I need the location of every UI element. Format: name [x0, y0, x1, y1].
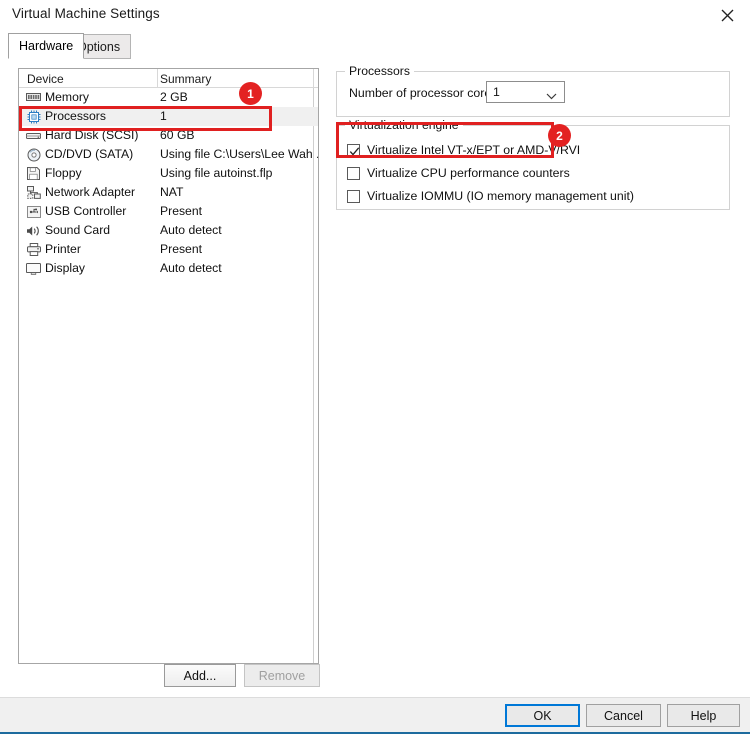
list-item[interactable]: CD/DVD (SATA) Using file C:\Users\Lee Wa…: [19, 145, 318, 164]
virtualize-cpu-counters-checkbox[interactable]: Virtualize CPU performance counters: [347, 166, 570, 180]
dialog-body: Device Summary Memory 2 GB Processors 1 …: [0, 59, 750, 697]
usb-controller-icon: [26, 204, 41, 219]
tab-strip: Hardware Options: [0, 30, 750, 59]
list-item[interactable]: USB Controller Present: [19, 202, 318, 221]
annotation-badge-2: 2: [548, 124, 571, 147]
list-item-summary: 1: [160, 109, 167, 123]
list-item-summary: Using file C:\Users\Lee Wah ...: [160, 147, 319, 161]
column-header-device[interactable]: Device: [27, 72, 64, 86]
list-item[interactable]: Network Adapter NAT: [19, 183, 318, 202]
checkbox-unchecked-icon: [347, 166, 360, 180]
list-item-summary: 60 GB: [160, 128, 195, 142]
list-item-device: Printer: [45, 242, 81, 256]
virtualization-group-legend: Virtualization engine: [345, 118, 463, 132]
list-item-device: Processors: [45, 109, 106, 123]
remove-button-label: Remove: [258, 668, 306, 683]
cancel-button[interactable]: Cancel: [586, 704, 661, 727]
hard-disk-icon: [26, 128, 41, 143]
close-icon[interactable]: [704, 0, 750, 30]
list-item-device: Sound Card: [45, 223, 111, 237]
list-item-device: Memory: [45, 90, 90, 104]
cd-dvd-icon: [26, 147, 41, 162]
ok-button[interactable]: OK: [505, 704, 580, 727]
chevron-down-icon: [546, 89, 557, 103]
virtualization-engine-group: Virtualization engine Virtualize Intel V…: [336, 118, 730, 210]
device-list[interactable]: Device Summary Memory 2 GB Processors 1 …: [18, 68, 319, 664]
header-divider-2: [313, 69, 314, 88]
list-item-device: CD/DVD (SATA): [45, 147, 134, 161]
virtualize-vtx-checkbox[interactable]: Virtualize Intel VT-x/EPT or AMD-V/RVI: [347, 143, 580, 157]
checkbox-checked-icon: [347, 143, 360, 157]
list-item[interactable]: Sound Card Auto detect: [19, 221, 318, 240]
list-item-summary: 2 GB: [160, 90, 188, 104]
header-divider: [157, 69, 158, 88]
title-bar: Virtual Machine Settings: [0, 0, 750, 30]
list-item-summary: Present: [160, 204, 203, 218]
list-item-processors[interactable]: Processors 1: [19, 107, 318, 126]
help-button-label: Help: [690, 708, 717, 723]
add-button-label: Add...: [183, 668, 217, 683]
network-adapter-icon: [26, 185, 41, 200]
virtualize-vtx-label: Virtualize Intel VT-x/EPT or AMD-V/RVI: [367, 143, 581, 157]
floppy-icon: [26, 166, 41, 181]
list-item-summary: Auto detect: [160, 261, 222, 275]
column-header-summary[interactable]: Summary: [160, 72, 211, 86]
processor-cores-value: 1: [493, 85, 500, 99]
list-item-device: USB Controller: [45, 204, 127, 218]
list-item[interactable]: Floppy Using file autoinst.flp: [19, 164, 318, 183]
list-item[interactable]: Printer Present: [19, 240, 318, 259]
processor-cores-select[interactable]: 1: [486, 81, 565, 103]
list-item-device: Floppy: [45, 166, 82, 180]
processor-cores-label: Number of processor cores:: [349, 86, 501, 100]
window-title: Virtual Machine Settings: [12, 6, 160, 21]
tab-hardware-label: Hardware: [19, 39, 74, 53]
annotation-badge-1: 1: [239, 82, 262, 105]
processors-group: Processors Number of processor cores: 1: [336, 64, 730, 117]
processors-group-legend: Processors: [345, 64, 414, 78]
remove-button: Remove: [244, 664, 320, 687]
processor-icon: [26, 109, 41, 124]
virtualize-cpu-counters-label: Virtualize CPU performance counters: [367, 166, 570, 180]
list-item-device: Network Adapter: [45, 185, 136, 199]
tab-hardware[interactable]: Hardware: [8, 33, 85, 59]
list-item[interactable]: Hard Disk (SCSI) 60 GB: [19, 126, 318, 145]
list-item-summary: NAT: [160, 185, 184, 199]
list-item-summary: Using file autoinst.flp: [160, 166, 273, 180]
device-list-header: Device Summary: [19, 69, 318, 88]
list-item[interactable]: Memory 2 GB: [19, 88, 318, 107]
sound-card-icon: [26, 223, 41, 238]
dialog-footer: OK Cancel Help: [0, 697, 750, 732]
list-item-summary: Present: [160, 242, 203, 256]
add-button[interactable]: Add...: [164, 664, 236, 687]
checkbox-unchecked-icon: [347, 189, 360, 203]
list-item-device: Hard Disk (SCSI): [45, 128, 139, 142]
printer-icon: [26, 242, 41, 257]
list-item[interactable]: Display Auto detect: [19, 259, 318, 278]
virtualize-iommu-label: Virtualize IOMMU (IO memory management u…: [367, 189, 634, 203]
ok-button-label: OK: [533, 708, 552, 723]
virtualize-iommu-checkbox[interactable]: Virtualize IOMMU (IO memory management u…: [347, 189, 634, 203]
help-button[interactable]: Help: [667, 704, 740, 727]
memory-icon: [26, 90, 41, 105]
list-item-device: Display: [45, 261, 85, 275]
cancel-button-label: Cancel: [604, 708, 643, 723]
display-icon: [26, 261, 41, 276]
list-item-summary: Auto detect: [160, 223, 222, 237]
